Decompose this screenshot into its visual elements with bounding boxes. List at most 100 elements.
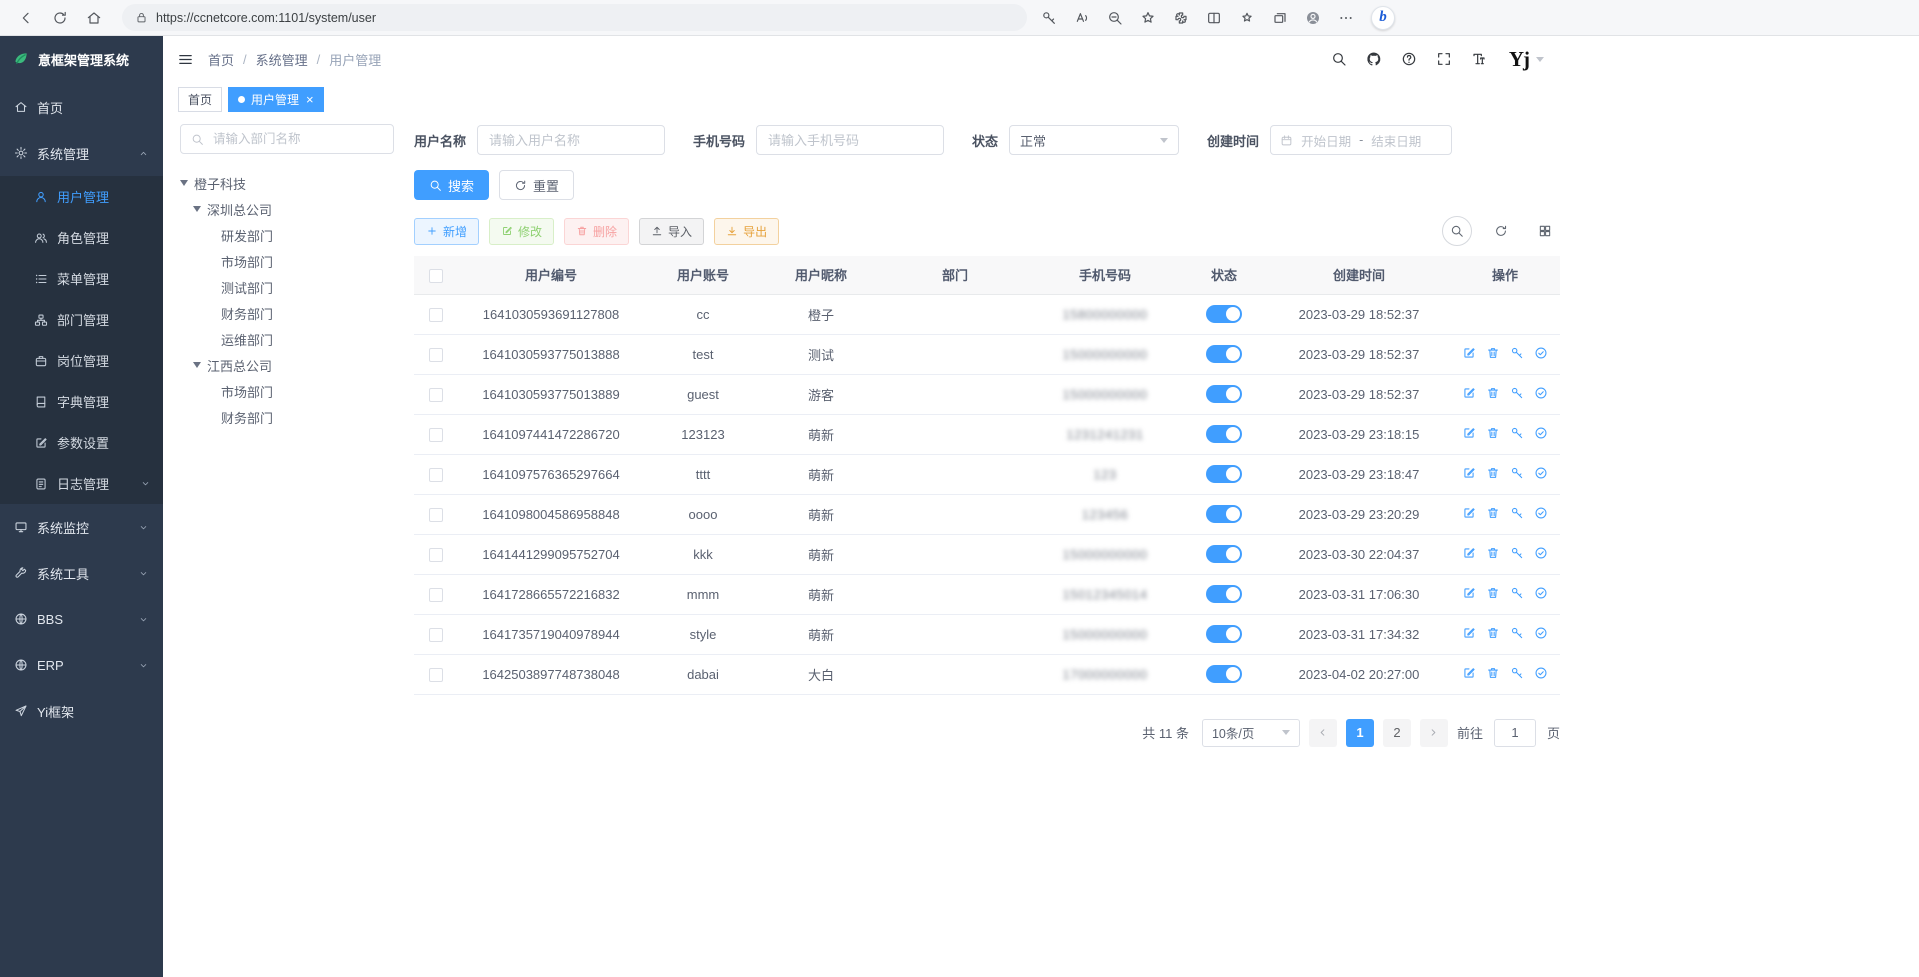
page-button-2[interactable]: 2: [1383, 719, 1411, 747]
dept-search-input[interactable]: [211, 131, 383, 147]
favorites-add-icon[interactable]: [1140, 10, 1156, 26]
next-page-button[interactable]: [1420, 719, 1448, 747]
help-icon[interactable]: [1401, 51, 1417, 67]
phone-input[interactable]: [756, 125, 944, 155]
refresh-table-button[interactable]: [1486, 216, 1516, 246]
tree-node[interactable]: 市场部门: [180, 248, 394, 274]
key-icon[interactable]: [1510, 426, 1524, 440]
check-circle-icon[interactable]: [1534, 626, 1548, 640]
edit-icon[interactable]: [1462, 506, 1476, 520]
key-icon[interactable]: [1510, 466, 1524, 480]
refresh-icon[interactable]: [52, 10, 68, 26]
trash-icon[interactable]: [1486, 386, 1500, 400]
key-icon[interactable]: [1041, 10, 1057, 26]
tab-home[interactable]: 首页: [178, 87, 222, 112]
search-button[interactable]: 搜索: [414, 170, 489, 200]
status-toggle[interactable]: [1206, 585, 1242, 603]
key-icon[interactable]: [1510, 586, 1524, 600]
status-toggle[interactable]: [1206, 345, 1242, 363]
breadcrumb-home[interactable]: 首页: [208, 50, 234, 69]
goto-page-input[interactable]: [1494, 719, 1536, 747]
edit-icon[interactable]: [1462, 346, 1476, 360]
row-checkbox[interactable]: [429, 508, 443, 522]
sidebar-item-dict[interactable]: 字典管理: [0, 381, 163, 422]
trash-icon[interactable]: [1486, 546, 1500, 560]
reset-button[interactable]: 重置: [499, 170, 574, 200]
tree-expand-icon[interactable]: [193, 362, 201, 368]
user-avatar[interactable]: Yj: [1509, 47, 1544, 72]
delete-button[interactable]: 删除: [564, 218, 629, 245]
key-icon[interactable]: [1510, 546, 1524, 560]
trash-icon[interactable]: [1486, 626, 1500, 640]
split-screen-icon[interactable]: [1206, 10, 1222, 26]
back-icon[interactable]: [18, 10, 34, 26]
status-toggle[interactable]: [1206, 505, 1242, 523]
row-checkbox[interactable]: [429, 428, 443, 442]
tree-node[interactable]: 江西总公司: [180, 352, 394, 378]
tree-node[interactable]: 测试部门: [180, 274, 394, 300]
status-toggle[interactable]: [1206, 625, 1242, 643]
row-checkbox[interactable]: [429, 348, 443, 362]
row-checkbox[interactable]: [429, 388, 443, 402]
edit-button[interactable]: 修改: [489, 218, 554, 245]
select-all-checkbox[interactable]: [429, 269, 443, 283]
trash-icon[interactable]: [1486, 346, 1500, 360]
sidebar-item-monitor[interactable]: 系统监控: [0, 504, 163, 550]
check-circle-icon[interactable]: [1534, 346, 1548, 360]
extensions-icon[interactable]: [1173, 10, 1189, 26]
row-checkbox[interactable]: [429, 588, 443, 602]
trash-icon[interactable]: [1486, 426, 1500, 440]
prev-page-button[interactable]: [1309, 719, 1337, 747]
favorites-bar-icon[interactable]: [1239, 10, 1255, 26]
trash-icon[interactable]: [1486, 466, 1500, 480]
page-button-1[interactable]: 1: [1346, 719, 1374, 747]
status-toggle[interactable]: [1206, 545, 1242, 563]
edit-icon[interactable]: [1462, 546, 1476, 560]
sidebar-item-yi[interactable]: Yi框架: [0, 688, 163, 734]
bing-copilot-icon[interactable]: b: [1371, 6, 1395, 30]
sidebar-item-log[interactable]: 日志管理: [0, 463, 163, 504]
collections-icon[interactable]: [1272, 10, 1288, 26]
key-icon[interactable]: [1510, 666, 1524, 680]
home-icon[interactable]: [86, 10, 102, 26]
check-circle-icon[interactable]: [1534, 546, 1548, 560]
sidebar-item-menu[interactable]: 菜单管理: [0, 258, 163, 299]
check-circle-icon[interactable]: [1534, 426, 1548, 440]
sidebar-item-tools[interactable]: 系统工具: [0, 550, 163, 596]
column-settings-button[interactable]: [1530, 216, 1560, 246]
edit-icon[interactable]: [1462, 466, 1476, 480]
trash-icon[interactable]: [1486, 666, 1500, 680]
sidebar-item-post[interactable]: 岗位管理: [0, 340, 163, 381]
row-checkbox[interactable]: [429, 628, 443, 642]
tree-node[interactable]: 深圳总公司: [180, 196, 394, 222]
row-checkbox[interactable]: [429, 468, 443, 482]
sidebar-item-bbs[interactable]: BBS: [0, 596, 163, 642]
sidebar-item-role[interactable]: 角色管理: [0, 217, 163, 258]
search-icon[interactable]: [1331, 51, 1347, 67]
edit-icon[interactable]: [1462, 626, 1476, 640]
export-button[interactable]: 导出: [714, 218, 779, 245]
edit-icon[interactable]: [1462, 666, 1476, 680]
tree-node[interactable]: 研发部门: [180, 222, 394, 248]
sidebar-item-user[interactable]: 用户管理: [0, 176, 163, 217]
github-icon[interactable]: [1366, 51, 1382, 67]
check-circle-icon[interactable]: [1534, 466, 1548, 480]
date-range-picker[interactable]: 开始日期 - 结束日期: [1270, 125, 1452, 155]
tree-node[interactable]: 市场部门: [180, 378, 394, 404]
trash-icon[interactable]: [1486, 586, 1500, 600]
zoom-out-icon[interactable]: [1107, 10, 1123, 26]
check-circle-icon[interactable]: [1534, 506, 1548, 520]
status-toggle[interactable]: [1206, 665, 1242, 683]
trash-icon[interactable]: [1486, 506, 1500, 520]
status-toggle[interactable]: [1206, 305, 1242, 323]
edit-icon[interactable]: [1462, 386, 1476, 400]
status-toggle[interactable]: [1206, 385, 1242, 403]
row-checkbox[interactable]: [429, 668, 443, 682]
sidebar-item-dept[interactable]: 部门管理: [0, 299, 163, 340]
sidebar-item-config[interactable]: 参数设置: [0, 422, 163, 463]
read-aloud-icon[interactable]: [1074, 10, 1090, 26]
status-select[interactable]: 正常: [1009, 125, 1179, 155]
address-bar[interactable]: https://ccnetcore.com:1101/system/user: [122, 4, 1027, 31]
status-toggle[interactable]: [1206, 465, 1242, 483]
row-checkbox[interactable]: [429, 548, 443, 562]
